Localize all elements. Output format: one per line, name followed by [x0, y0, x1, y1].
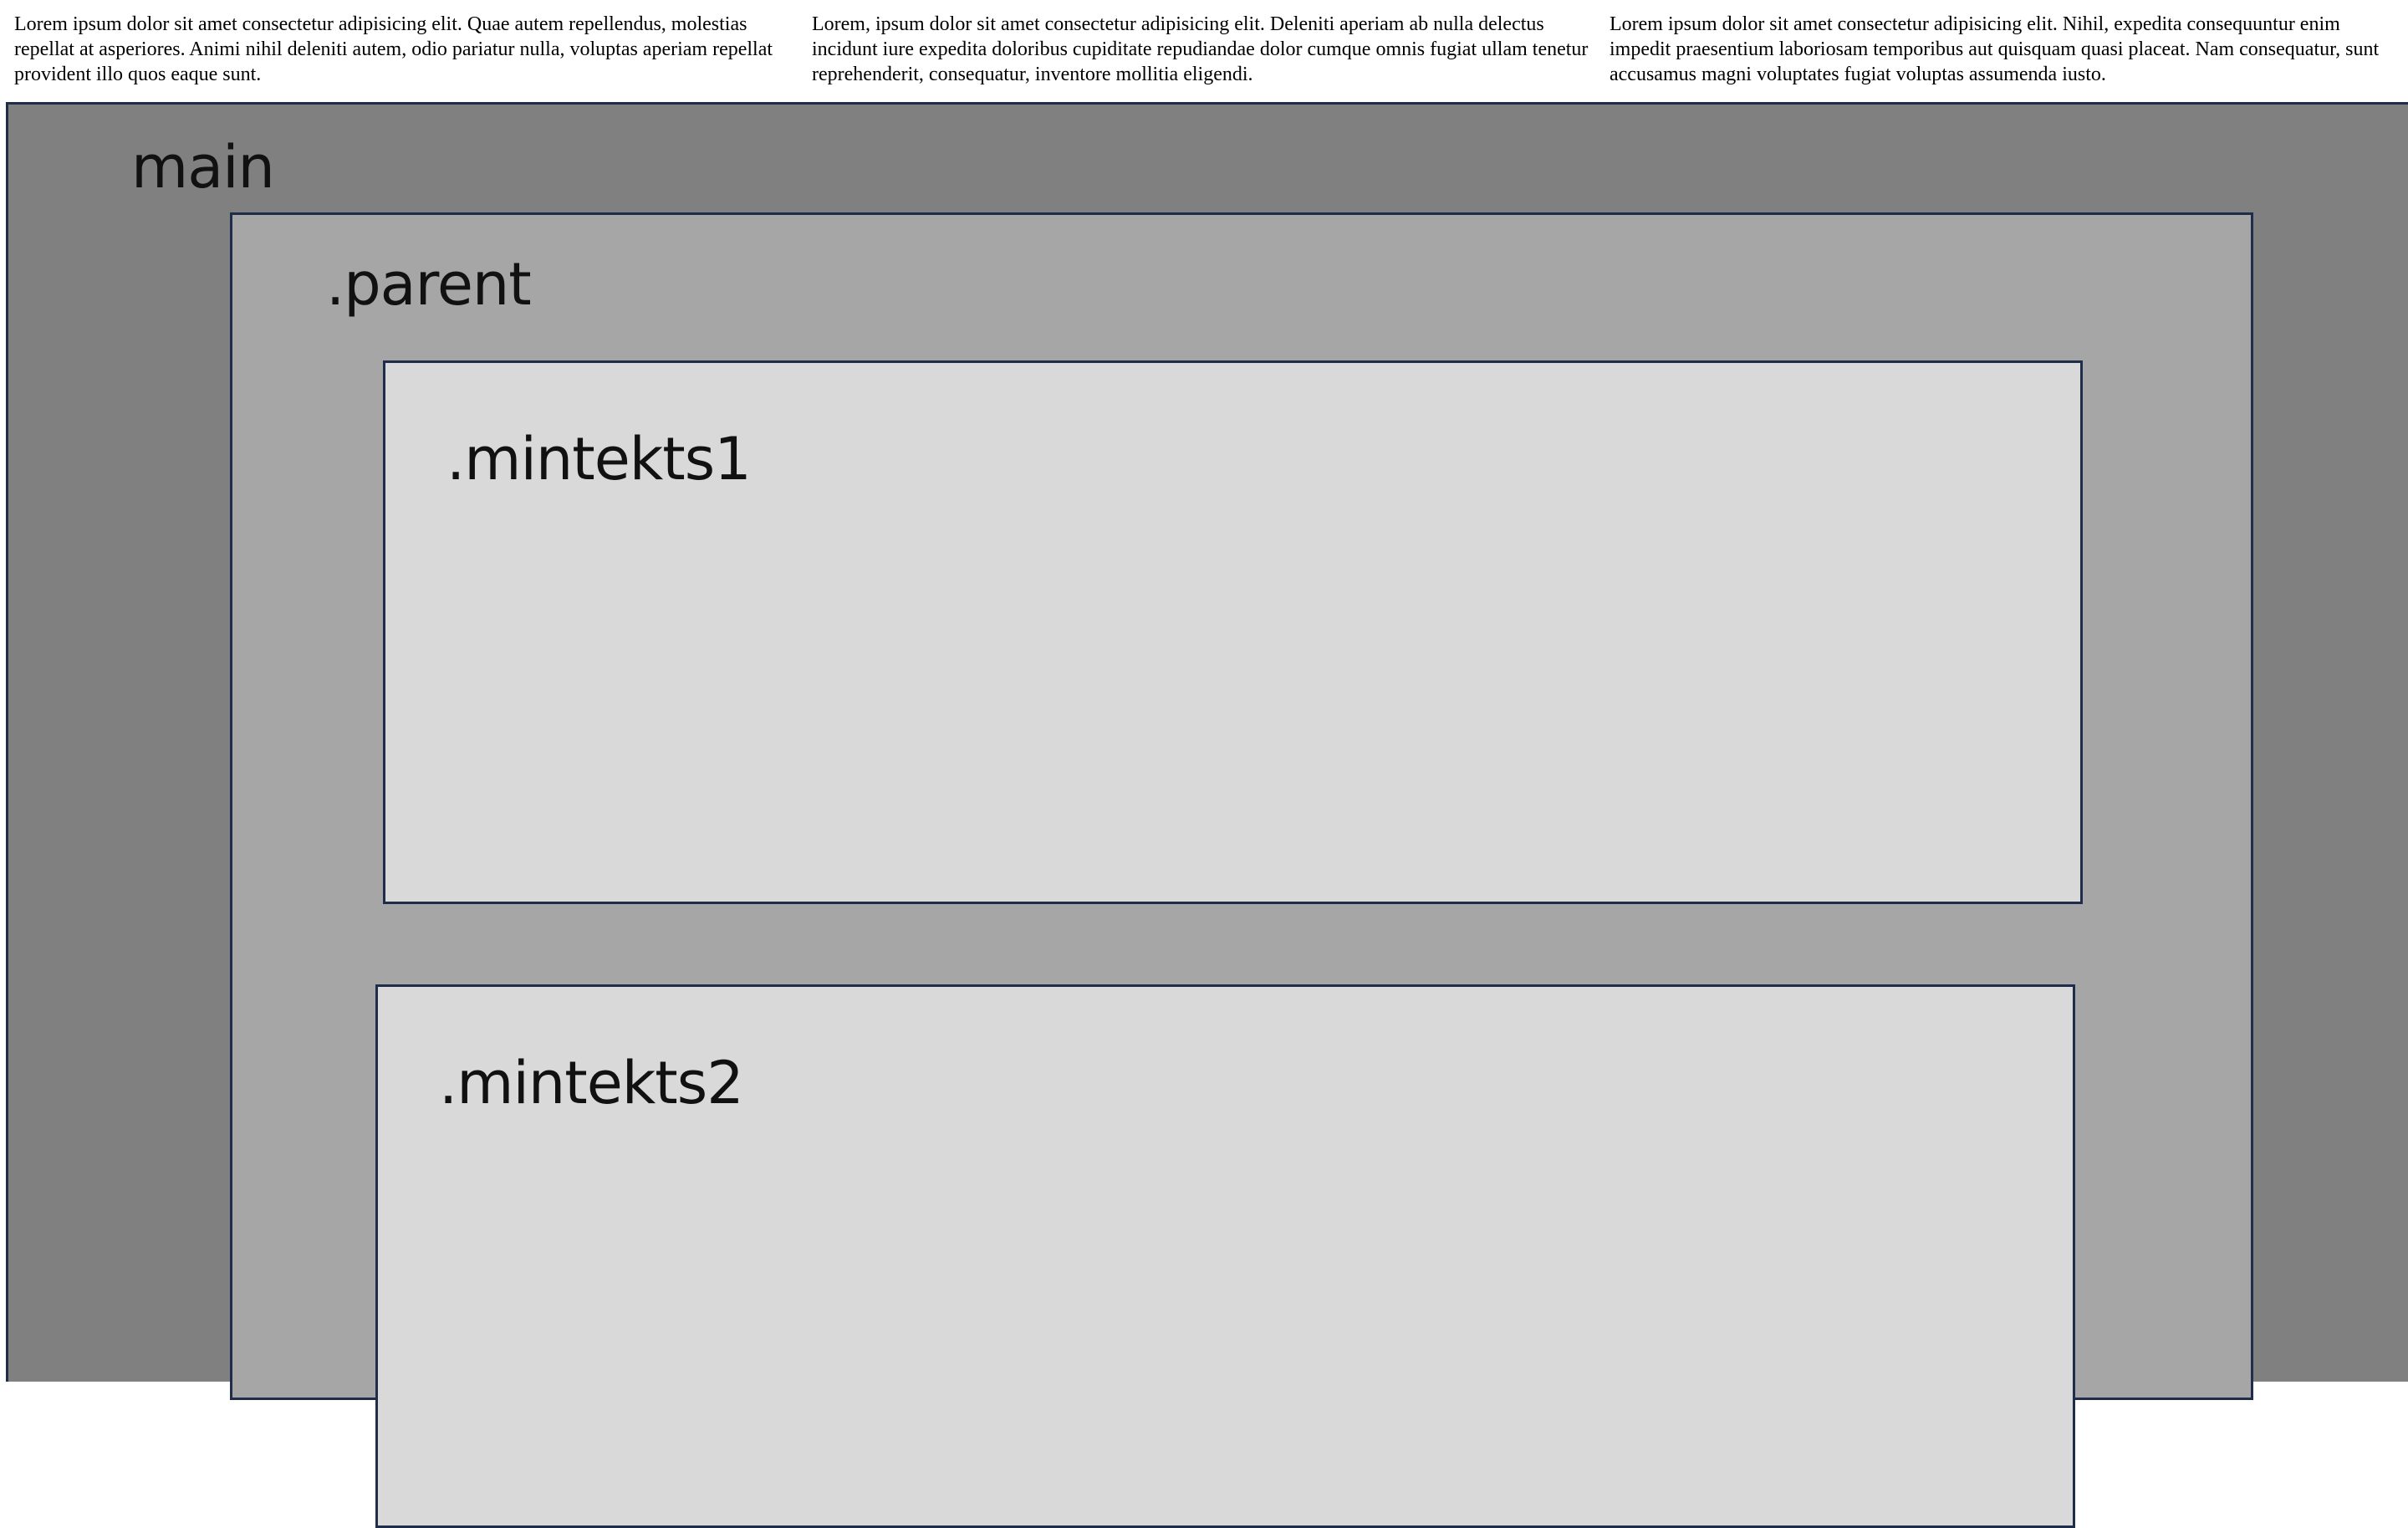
- main-container: main .parent .mintekts1 .mintekts2: [6, 102, 2408, 1528]
- parent-container: .parent .mintekts1 .mintekts2: [230, 212, 2253, 1528]
- text-column-3: Lorem ipsum dolor sit amet consectetur a…: [1610, 13, 2380, 85]
- parent-label: .parent: [326, 250, 532, 319]
- mintekts2-box: .mintekts2: [375, 984, 2075, 1528]
- text-column-1: Lorem ipsum dolor sit amet consectetur a…: [14, 13, 773, 85]
- mintekts2-label: .mintekts2: [439, 1049, 744, 1117]
- text-column-2: Lorem, ipsum dolor sit amet consectetur …: [812, 13, 1589, 85]
- mintekts1-box: .mintekts1: [383, 360, 2083, 904]
- text-columns-row: Lorem ipsum dolor sit amet consectetur a…: [0, 0, 2408, 102]
- mintekts1-label: .mintekts1: [446, 425, 752, 493]
- main-label: main: [131, 133, 275, 202]
